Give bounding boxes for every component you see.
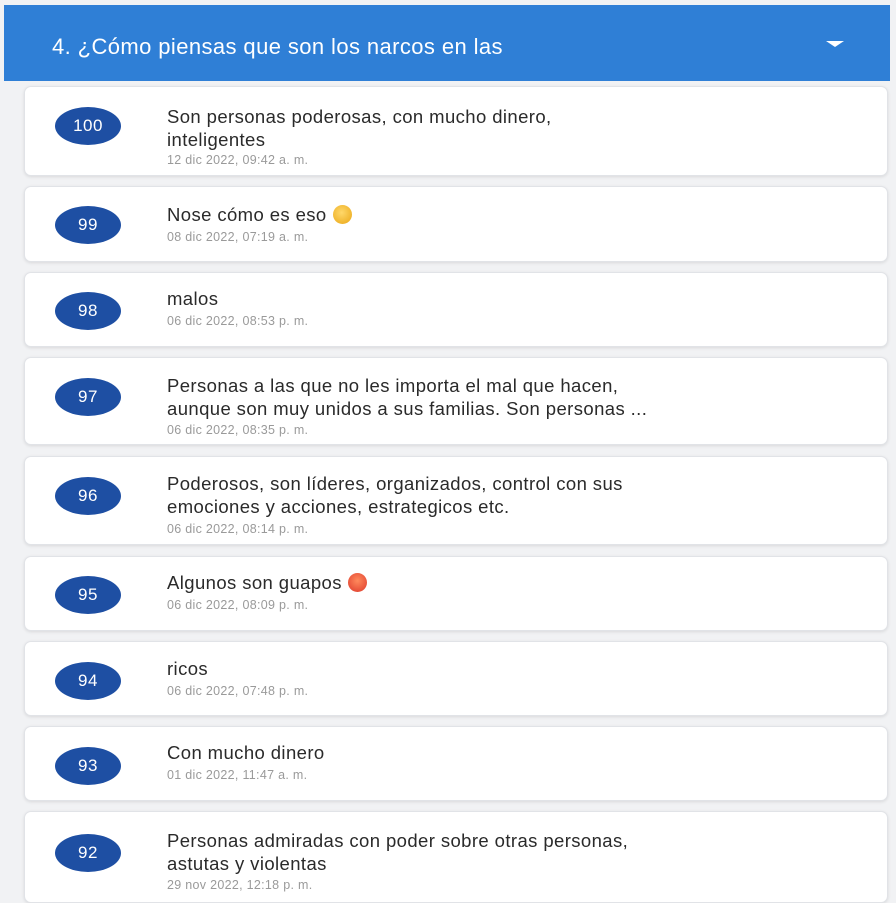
response-text-line: malos bbox=[167, 288, 219, 309]
response-date: 08 dic 2022, 07:19 a. m. bbox=[167, 230, 309, 244]
response-text-line: Personas admiradas con poder sobre otras… bbox=[167, 830, 629, 851]
response-number-badge: 99 bbox=[55, 206, 121, 244]
response-number-badge: 97 bbox=[55, 378, 121, 416]
response-date: 06 dic 2022, 08:53 p. m. bbox=[167, 314, 309, 328]
response-text-line: Algunos son guapos bbox=[167, 572, 342, 593]
response-date: 06 dic 2022, 08:09 p. m. bbox=[167, 598, 309, 612]
response-card[interactable]: 99 Nose cómo es eso 08 dic 2022, 07:19 a… bbox=[24, 186, 888, 262]
laughing-emoji-icon bbox=[332, 205, 352, 224]
response-number-badge: 93 bbox=[55, 747, 121, 785]
astonished-emoji-icon bbox=[347, 573, 367, 592]
response-date: 12 dic 2022, 09:42 a. m. bbox=[167, 153, 309, 167]
response-card[interactable]: 95 Algunos son guapos 06 dic 2022, 08:09… bbox=[24, 556, 888, 631]
response-number-badge: 95 bbox=[55, 576, 121, 614]
response-number-badge: 98 bbox=[55, 292, 121, 330]
question-title: 4. ¿Cómo piensas que son los narcos en l… bbox=[52, 34, 503, 59]
response-card[interactable]: 98 malos 06 dic 2022, 08:53 p. m. bbox=[24, 272, 888, 347]
response-text-line: Poderosos, son líderes, organizados, con… bbox=[167, 473, 623, 494]
response-number-badge: 94 bbox=[55, 662, 121, 700]
response-text-row: Nose cómo es eso bbox=[167, 203, 871, 226]
response-text-line: emociones y acciones, estrategicos etc. bbox=[167, 496, 510, 517]
response-text-line: astutas y violentas bbox=[167, 853, 327, 874]
response-text-line: inteligentes bbox=[167, 129, 266, 150]
response-text-line: Son personas poderosas, con mucho dinero… bbox=[167, 106, 552, 127]
response-date: 29 nov 2022, 12:18 p. m. bbox=[167, 878, 313, 892]
response-number-badge: 100 bbox=[55, 107, 121, 145]
response-text-line: Personas a las que no les importa el mal… bbox=[167, 375, 619, 396]
response-text-line: aunque son muy unidos a sus familias. So… bbox=[167, 398, 648, 419]
chevron-down-icon[interactable] bbox=[826, 41, 844, 47]
response-text-line: Nose cómo es eso bbox=[167, 204, 327, 225]
response-card[interactable]: 92 Personas admiradas con poder sobre ot… bbox=[24, 811, 888, 903]
response-text-line: ricos bbox=[167, 658, 209, 679]
response-card[interactable]: 93 Con mucho dinero 01 dic 2022, 11:47 a… bbox=[24, 726, 888, 801]
response-number-badge: 92 bbox=[55, 834, 121, 872]
response-card[interactable]: 100 Son personas poderosas, con mucho di… bbox=[24, 86, 888, 176]
response-number-badge: 96 bbox=[55, 477, 121, 515]
response-text-line: Con mucho dinero bbox=[167, 742, 325, 763]
question-header[interactable]: 4. ¿Cómo piensas que son los narcos en l… bbox=[4, 5, 890, 81]
response-date: 06 dic 2022, 08:35 p. m. bbox=[167, 423, 309, 437]
response-card[interactable]: 96 Poderosos, son líderes, organizados, … bbox=[24, 456, 888, 545]
response-text-row: Algunos son guapos bbox=[167, 571, 871, 594]
response-card[interactable]: 94 ricos 06 dic 2022, 07:48 p. m. bbox=[24, 641, 888, 716]
response-date: 06 dic 2022, 08:14 p. m. bbox=[167, 522, 309, 536]
response-date: 06 dic 2022, 07:48 p. m. bbox=[167, 684, 309, 698]
response-date: 01 dic 2022, 11:47 a. m. bbox=[167, 768, 308, 782]
response-card[interactable]: 97 Personas a las que no les importa el … bbox=[24, 357, 888, 445]
